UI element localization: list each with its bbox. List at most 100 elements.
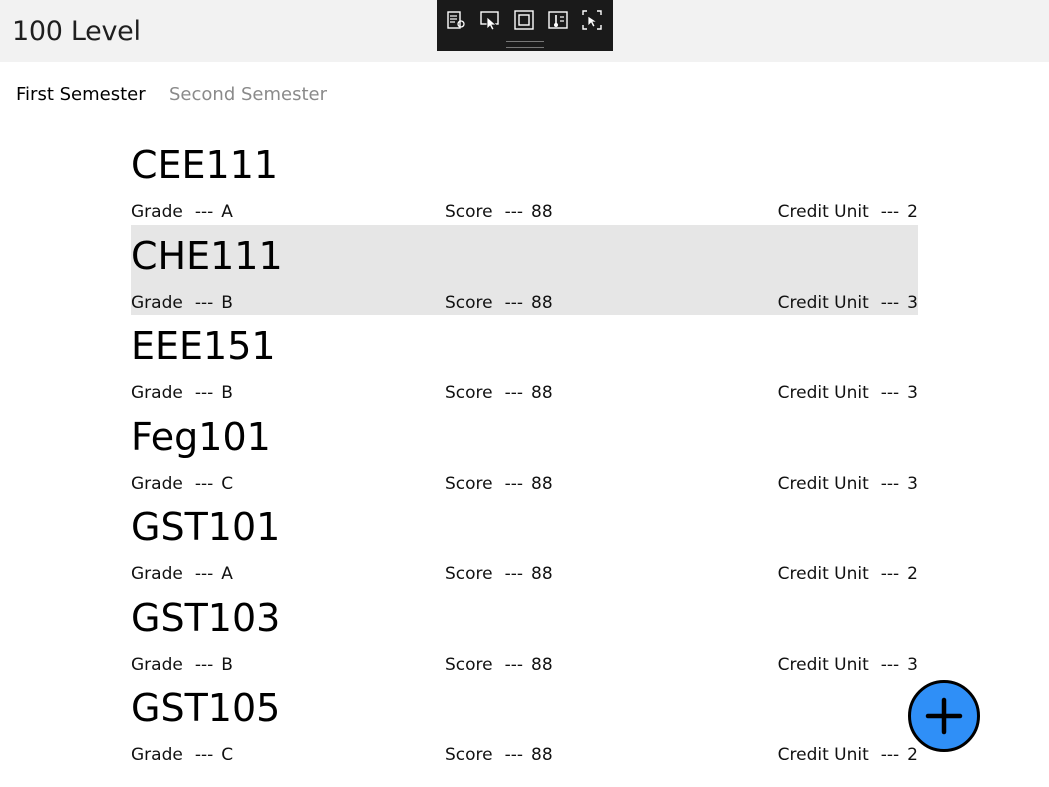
course-credit-unit: Credit Unit --- 2 <box>778 202 918 222</box>
separator: --- <box>504 745 524 765</box>
course-score: Score --- 88 <box>445 383 553 403</box>
credit-unit-value: 2 <box>907 564 918 584</box>
grade-value: A <box>221 564 233 584</box>
separator: --- <box>880 745 900 765</box>
track-focus-icon[interactable] <box>547 9 569 31</box>
score-value: 88 <box>531 292 553 313</box>
separator: --- <box>880 202 900 222</box>
separator: --- <box>194 292 214 313</box>
course-list[interactable]: CEE111 Grade --- A Score --- 88 Credit Unit --- 2… <box>131 134 918 787</box>
grade-label: Grade <box>131 383 183 403</box>
show-binding-failures-icon[interactable] <box>581 9 603 31</box>
separator: --- <box>504 292 524 313</box>
separator: --- <box>504 383 524 403</box>
add-course-button[interactable] <box>908 680 980 752</box>
separator: --- <box>504 202 524 222</box>
course-item[interactable]: GST103 Grade --- B Score --- 88 Credit Unit --- 3 <box>131 587 918 678</box>
debug-toolbar <box>437 0 613 51</box>
grade-label: Grade <box>131 202 183 222</box>
separator: --- <box>504 473 524 494</box>
score-label: Score <box>445 654 493 675</box>
credit-unit-label: Credit Unit <box>777 745 869 765</box>
course-item[interactable]: Feg101 Grade --- C Score --- 88 Credit Unit --- 3 <box>131 406 918 497</box>
toolbar-grip[interactable] <box>506 41 544 48</box>
score-label: Score <box>445 292 493 313</box>
course-grade: Grade --- B <box>131 293 233 313</box>
credit-unit-label: Credit Unit <box>777 564 869 584</box>
course-item[interactable]: EEE151 Grade --- B Score --- 88 Credit Unit --- 3 <box>131 315 918 406</box>
credit-unit-label: Credit Unit <box>777 383 869 403</box>
display-layout-adorners-icon[interactable] <box>513 9 535 31</box>
course-credit-unit: Credit Unit --- 3 <box>778 293 918 313</box>
grade-label: Grade <box>131 745 183 765</box>
grade-label: Grade <box>131 473 183 494</box>
separator: --- <box>194 564 214 584</box>
course-item[interactable]: CHE111 Grade --- B Score --- 88 Credit Unit --- 3 <box>131 224 918 315</box>
grade-label: Grade <box>131 564 183 584</box>
course-code: Feg101 <box>131 414 271 459</box>
score-value: 88 <box>531 654 553 675</box>
credit-unit-label: Credit Unit <box>777 202 869 222</box>
separator: --- <box>880 292 900 313</box>
page-title: 100 Level <box>12 16 141 47</box>
separator: --- <box>504 564 524 584</box>
grade-label: Grade <box>131 292 183 313</box>
course-credit-unit: Credit Unit --- 3 <box>778 655 918 675</box>
credit-unit-value: 2 <box>907 745 918 765</box>
course-score: Score --- 88 <box>445 745 553 765</box>
score-label: Score <box>445 473 493 494</box>
course-code: CHE111 <box>131 233 283 278</box>
separator: --- <box>194 383 214 403</box>
grade-value: C <box>221 473 234 494</box>
separator: --- <box>504 654 524 675</box>
credit-unit-label: Credit Unit <box>777 292 869 313</box>
separator: --- <box>880 473 900 494</box>
score-value: 88 <box>531 745 553 765</box>
course-score: Score --- 88 <box>445 564 553 584</box>
credit-unit-label: Credit Unit <box>777 473 869 494</box>
course-grade: Grade --- C <box>131 745 233 765</box>
course-score: Score --- 88 <box>445 474 553 494</box>
course-code: CEE111 <box>131 143 279 187</box>
tab-first-semester[interactable]: First Semester <box>16 84 146 105</box>
course-item[interactable]: GST101 Grade --- A Score --- 88 Credit Unit --- 2 <box>131 496 918 587</box>
score-value: 88 <box>531 202 553 222</box>
course-code: GST101 <box>131 505 281 549</box>
separator: --- <box>194 202 214 222</box>
score-label: Score <box>445 383 493 403</box>
course-item[interactable]: GST105 Grade --- C Score --- 88 Credit Unit --- 2 <box>131 677 918 768</box>
score-value: 88 <box>531 473 553 494</box>
credit-unit-value: 3 <box>907 654 918 675</box>
course-credit-unit: Credit Unit --- 2 <box>778 564 918 584</box>
course-grade: Grade --- B <box>131 655 233 675</box>
tab-second-semester[interactable]: Second Semester <box>169 84 327 105</box>
grade-value: B <box>221 654 233 675</box>
course-credit-unit: Credit Unit --- 2 <box>778 745 918 765</box>
course-grade: Grade --- A <box>131 564 233 584</box>
grade-value: A <box>221 202 233 222</box>
credit-unit-value: 3 <box>907 383 918 403</box>
course-item[interactable]: CEE111 Grade --- A Score --- 88 Credit Unit --- 2 <box>131 134 918 225</box>
course-credit-unit: Credit Unit --- 3 <box>778 383 918 403</box>
separator: --- <box>194 654 214 675</box>
separator: --- <box>880 564 900 584</box>
credit-unit-label: Credit Unit <box>777 654 869 675</box>
separator: --- <box>880 383 900 403</box>
grade-value: B <box>221 292 233 313</box>
course-code: GST103 <box>131 595 281 640</box>
grade-label: Grade <box>131 654 183 675</box>
select-element-icon[interactable] <box>479 9 501 31</box>
live-visual-tree-icon[interactable] <box>445 9 467 31</box>
score-value: 88 <box>531 564 553 584</box>
separator: --- <box>880 654 900 675</box>
course-score: Score --- 88 <box>445 202 553 222</box>
separator: --- <box>194 745 214 765</box>
course-score: Score --- 88 <box>445 655 553 675</box>
course-code: EEE151 <box>131 324 276 368</box>
score-value: 88 <box>531 383 553 403</box>
course-score: Score --- 88 <box>445 293 553 313</box>
course-grade: Grade --- B <box>131 383 233 403</box>
plus-icon <box>925 697 963 735</box>
credit-unit-value: 3 <box>907 292 918 313</box>
course-grade: Grade --- A <box>131 202 233 222</box>
